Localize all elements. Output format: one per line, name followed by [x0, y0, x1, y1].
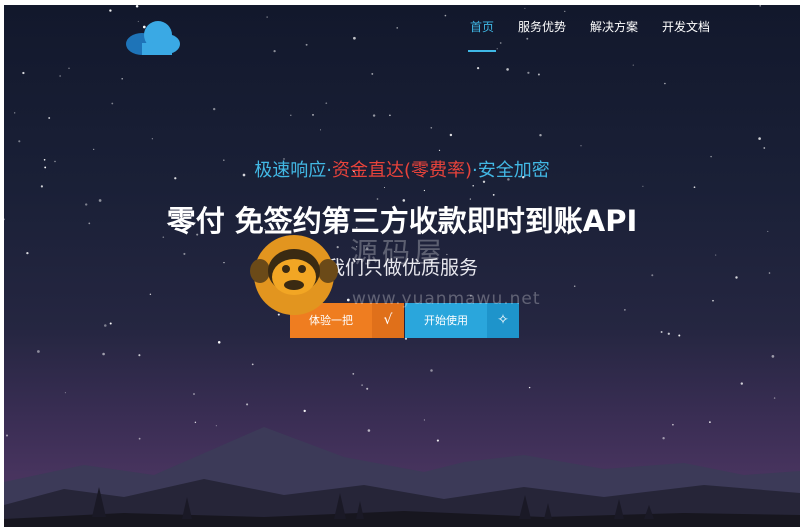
- main-nav: 首页 服务优势 解决方案 开发文档: [467, 19, 710, 53]
- monkey-watermark-icon: [250, 235, 338, 315]
- nav-item-solutions[interactable]: 解决方案: [590, 19, 638, 53]
- watermark-url: www.yuanmawu.net: [352, 289, 541, 309]
- hero-tagline: 极速响应·资金直达(零费率)·安全加密: [4, 156, 800, 182]
- tagline-part-speed: 极速响应·: [254, 160, 332, 181]
- watermark-text: 源码屋: [350, 236, 447, 269]
- nav-item-home[interactable]: 首页: [467, 19, 496, 53]
- hero-section: 首页 服务优势 解决方案 开发文档 极速响应·资金直达(零费率)·安全加密 零付…: [4, 5, 800, 527]
- tagline-part-funds: 资金直达(零费率): [331, 160, 473, 181]
- cloud-logo-icon[interactable]: [122, 17, 184, 57]
- nav-item-advantages[interactable]: 服务优势: [518, 19, 566, 53]
- mountain-silhouette: [4, 427, 800, 527]
- nav-item-docs[interactable]: 开发文档: [662, 19, 710, 53]
- tagline-part-security: ·安全加密: [472, 160, 550, 181]
